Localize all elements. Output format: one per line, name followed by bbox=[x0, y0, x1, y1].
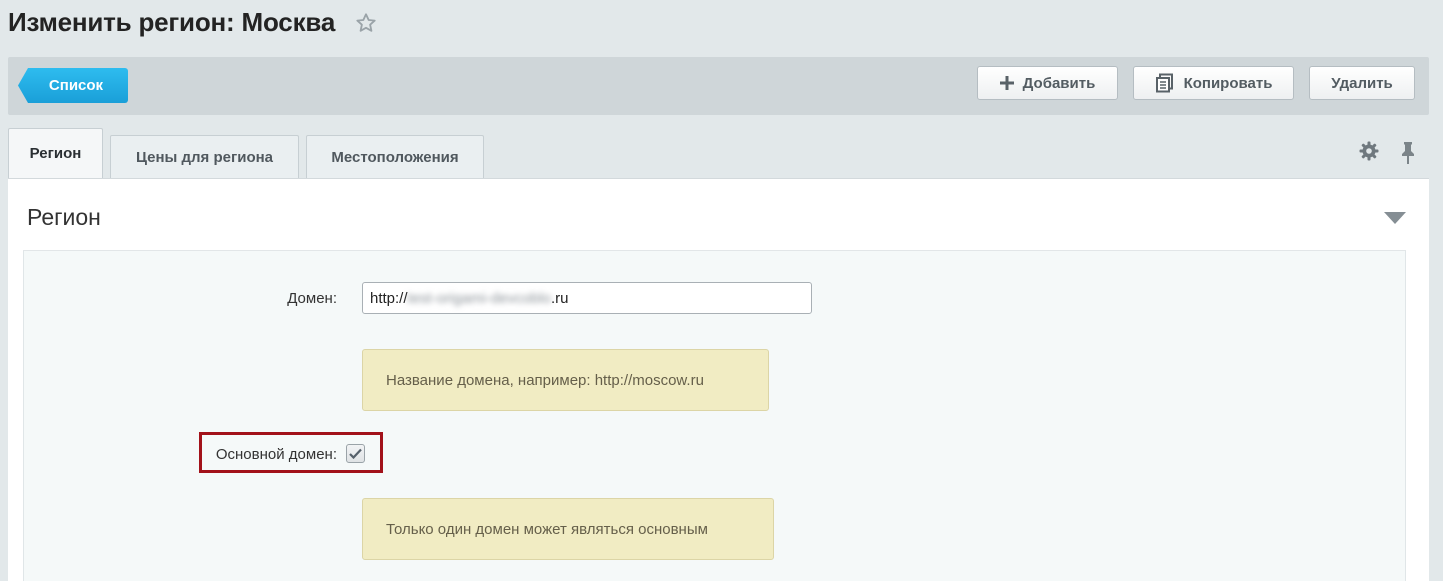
checkmark-icon bbox=[349, 448, 362, 459]
copy-icon bbox=[1155, 73, 1175, 93]
main-domain-hint: Только один домен может являться основны… bbox=[362, 498, 774, 560]
main-domain-checkbox[interactable] bbox=[346, 444, 365, 463]
title-row: Изменить регион: Москва bbox=[8, 4, 377, 40]
form-area: Домен: http:// test-origami-devcoblo .ru… bbox=[23, 251, 1406, 581]
copy-button[interactable]: Копировать bbox=[1133, 66, 1294, 100]
tab-region-prices[interactable]: Цены для региона bbox=[110, 135, 299, 178]
gear-icon[interactable] bbox=[1359, 141, 1379, 161]
list-button[interactable]: Список bbox=[18, 68, 128, 103]
domain-hint: Название домена, например: http://moscow… bbox=[362, 349, 769, 411]
tab-locations[interactable]: Местоположения bbox=[306, 135, 484, 178]
section-title: Регион bbox=[27, 204, 101, 230]
delete-button[interactable]: Удалить bbox=[1309, 66, 1415, 100]
plus-icon bbox=[999, 76, 1014, 90]
add-button[interactable]: Добавить bbox=[977, 66, 1118, 100]
collapse-triangle-icon[interactable] bbox=[1384, 212, 1406, 224]
add-button-label: Добавить bbox=[1022, 74, 1096, 92]
section-header[interactable]: Регион bbox=[23, 179, 1406, 251]
domain-input[interactable]: http:// test-origami-devcoblo .ru bbox=[362, 282, 812, 314]
domain-label: Домен: bbox=[287, 290, 337, 307]
page-title: Изменить регион: Москва bbox=[8, 6, 336, 37]
copy-button-label: Копировать bbox=[1183, 74, 1273, 92]
main-domain-label: Основной домен: bbox=[215, 446, 337, 463]
delete-button-label: Удалить bbox=[1331, 74, 1393, 92]
pin-icon[interactable] bbox=[1400, 141, 1416, 165]
domain-value-suffix: .ru bbox=[550, 289, 569, 307]
domain-value-prefix: http:// bbox=[370, 289, 408, 307]
tab-region[interactable]: Регион bbox=[8, 128, 103, 178]
content-panel: Регион Домен: http:// test-origami-devco… bbox=[8, 178, 1429, 581]
star-icon[interactable] bbox=[355, 12, 377, 34]
domain-value-hidden: test-origami-devcoblo bbox=[407, 289, 551, 307]
toolbar: Список Добавить Копировать Удалить bbox=[8, 57, 1429, 115]
